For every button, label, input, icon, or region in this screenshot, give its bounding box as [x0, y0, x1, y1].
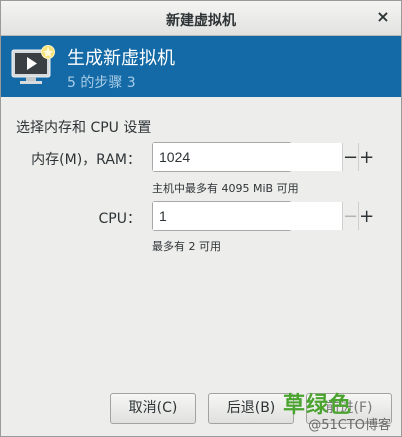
memory-spinner: − +: [152, 142, 374, 172]
cpu-decrement-button[interactable]: −: [342, 202, 358, 230]
cancel-button[interactable]: 取消(C): [110, 393, 196, 424]
step-subtitle: 5 的步骤 3: [67, 75, 136, 91]
memory-hint: 主机中最多有 4095 MiB 可用: [152, 182, 299, 195]
dialog-window: 新建虚拟机 × 生成新虚拟机 5 的步骤 3 选择内存和 CPU 设置 内存(M…: [0, 0, 402, 437]
cpu-input[interactable]: [153, 202, 342, 230]
section-label: 选择内存和 CPU 设置: [16, 120, 152, 136]
titlebar: 新建虚拟机 ×: [1, 1, 401, 36]
cpu-label: CPU：: [98, 211, 141, 227]
back-button[interactable]: 后退(B): [208, 393, 294, 424]
window-title: 新建虚拟机: [166, 13, 236, 29]
step-header: 生成新虚拟机 5 的步骤 3: [1, 36, 401, 97]
monitor-play-icon: [11, 45, 55, 84]
memory-input[interactable]: [153, 143, 342, 171]
memory-decrement-button[interactable]: −: [342, 143, 358, 171]
cpu-increment-button[interactable]: +: [358, 202, 374, 230]
memory-increment-button[interactable]: +: [358, 143, 374, 171]
watermark-source: @51CTO博客: [308, 418, 391, 433]
memory-label: 内存(M)，RAM：: [31, 152, 141, 168]
close-icon[interactable]: ×: [373, 7, 393, 27]
step-title: 生成新虚拟机: [67, 48, 175, 69]
content-area: 选择内存和 CPU 设置 内存(M)，RAM： − + 主机中最多有 4095 …: [1, 97, 401, 436]
cpu-spinner: − +: [152, 201, 374, 231]
cpu-hint: 最多有 2 可用: [152, 240, 221, 253]
